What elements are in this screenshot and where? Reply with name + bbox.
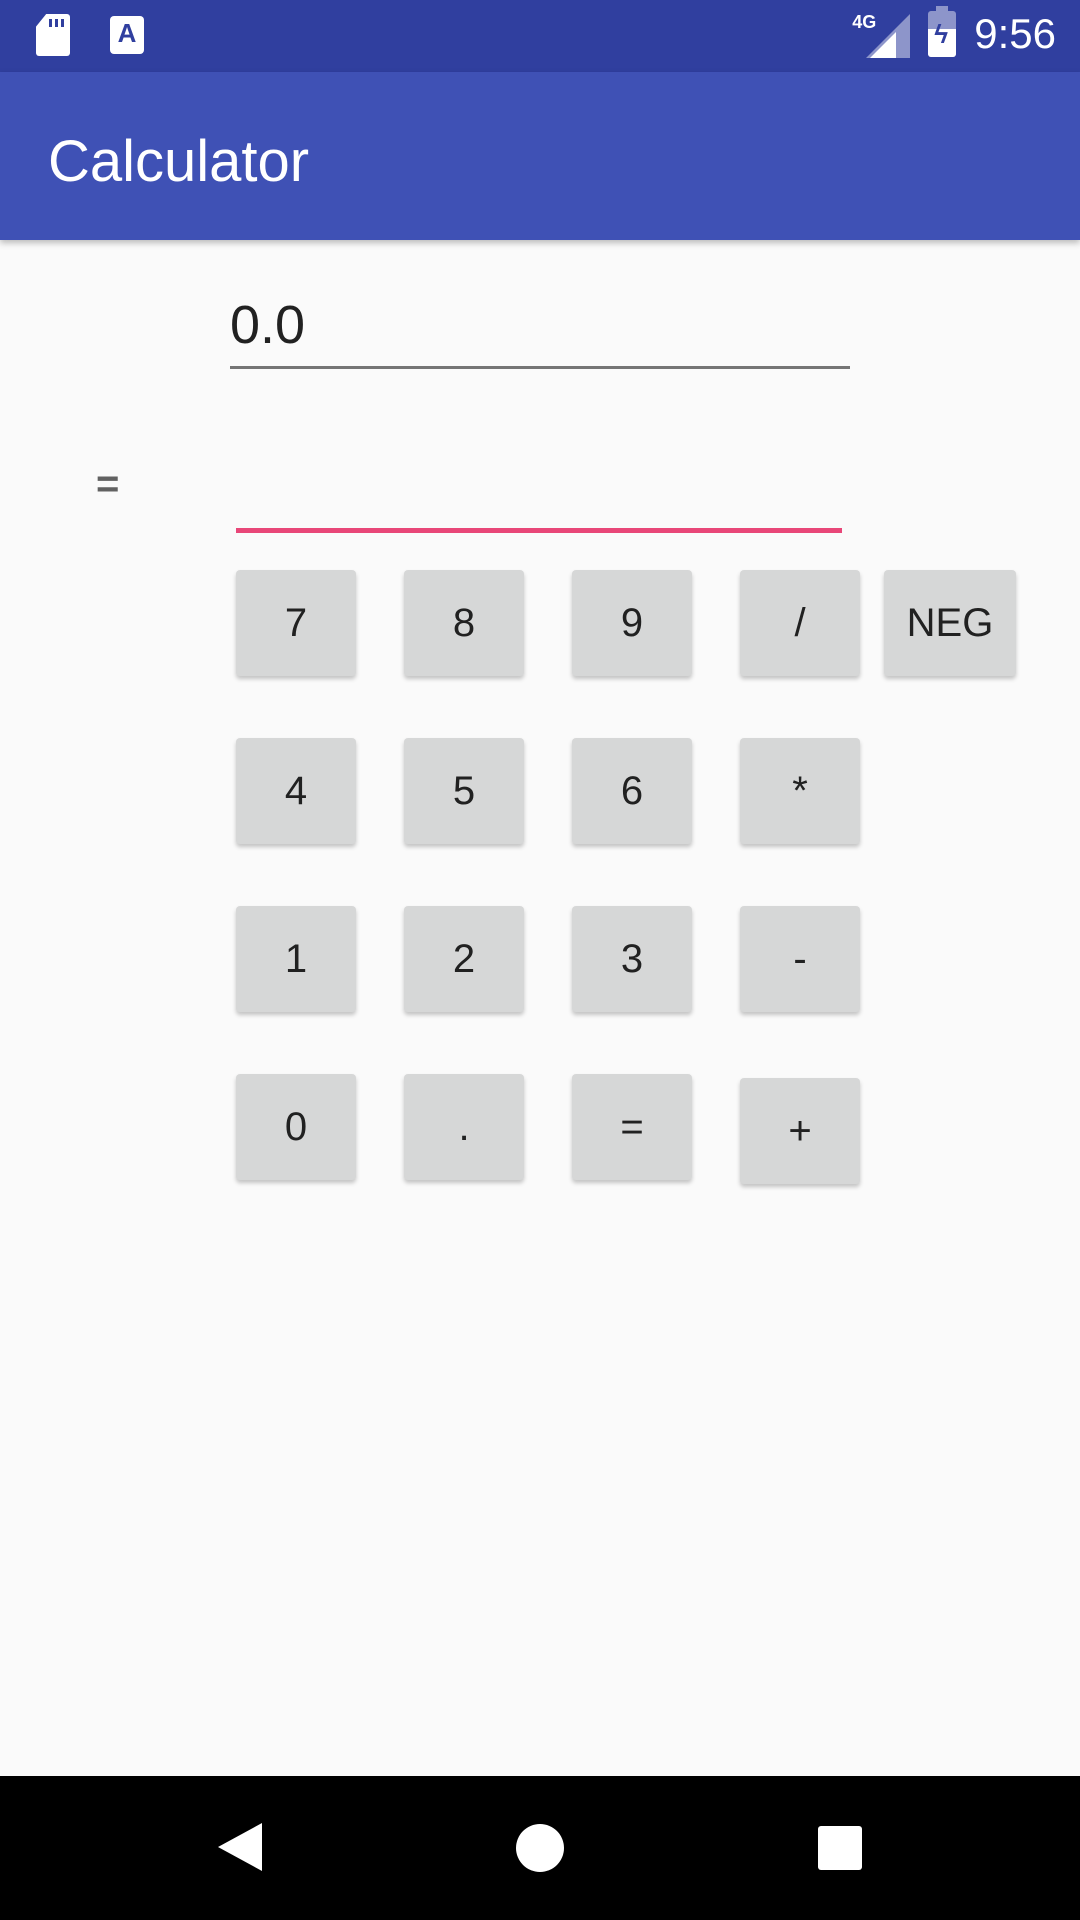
operation-label: = <box>96 462 120 506</box>
negate-button[interactable]: NEG <box>884 570 1016 676</box>
button-8[interactable]: 8 <box>404 570 524 676</box>
battery-charging-icon: ϟ <box>928 6 957 57</box>
button-5[interactable]: 5 <box>404 738 524 844</box>
operand-field[interactable] <box>236 460 846 533</box>
button-7[interactable]: 7 <box>236 570 356 676</box>
notification-icons: A <box>36 14 144 56</box>
button-0[interactable]: 0 <box>236 1074 356 1180</box>
operand-input[interactable] <box>236 460 846 530</box>
divide-button[interactable]: / <box>740 570 860 676</box>
signal-icon: 4G <box>852 10 911 58</box>
result-field[interactable]: 0.0 <box>230 290 850 369</box>
button-2[interactable]: 2 <box>404 906 524 1012</box>
equals-button[interactable]: = <box>572 1074 692 1180</box>
back-icon[interactable] <box>218 1823 262 1871</box>
button-3[interactable]: 3 <box>572 906 692 1012</box>
clock: 9:56 <box>974 10 1056 57</box>
button-1[interactable]: 1 <box>236 906 356 1012</box>
status-bar: A 4G ϟ 9:56 <box>0 0 1080 72</box>
multiply-button[interactable]: * <box>740 738 860 844</box>
result-value: 0.0 <box>230 295 306 355</box>
add-button[interactable]: + <box>740 1078 860 1184</box>
sd-card-icon <box>36 14 70 56</box>
home-icon[interactable] <box>516 1824 564 1872</box>
app-bar: Calculator <box>0 72 1080 240</box>
decimal-button[interactable]: . <box>404 1074 524 1180</box>
button-4[interactable]: 4 <box>236 738 356 844</box>
navigation-bar <box>0 1776 1080 1920</box>
subtract-button[interactable]: - <box>740 906 860 1012</box>
app-title: Calculator <box>48 129 310 194</box>
system-icons: 4G ϟ 9:56 <box>852 6 1056 58</box>
button-6[interactable]: 6 <box>572 738 692 844</box>
recents-icon[interactable] <box>818 1826 862 1870</box>
button-9[interactable]: 9 <box>572 570 692 676</box>
text-a-icon: A <box>110 16 144 54</box>
